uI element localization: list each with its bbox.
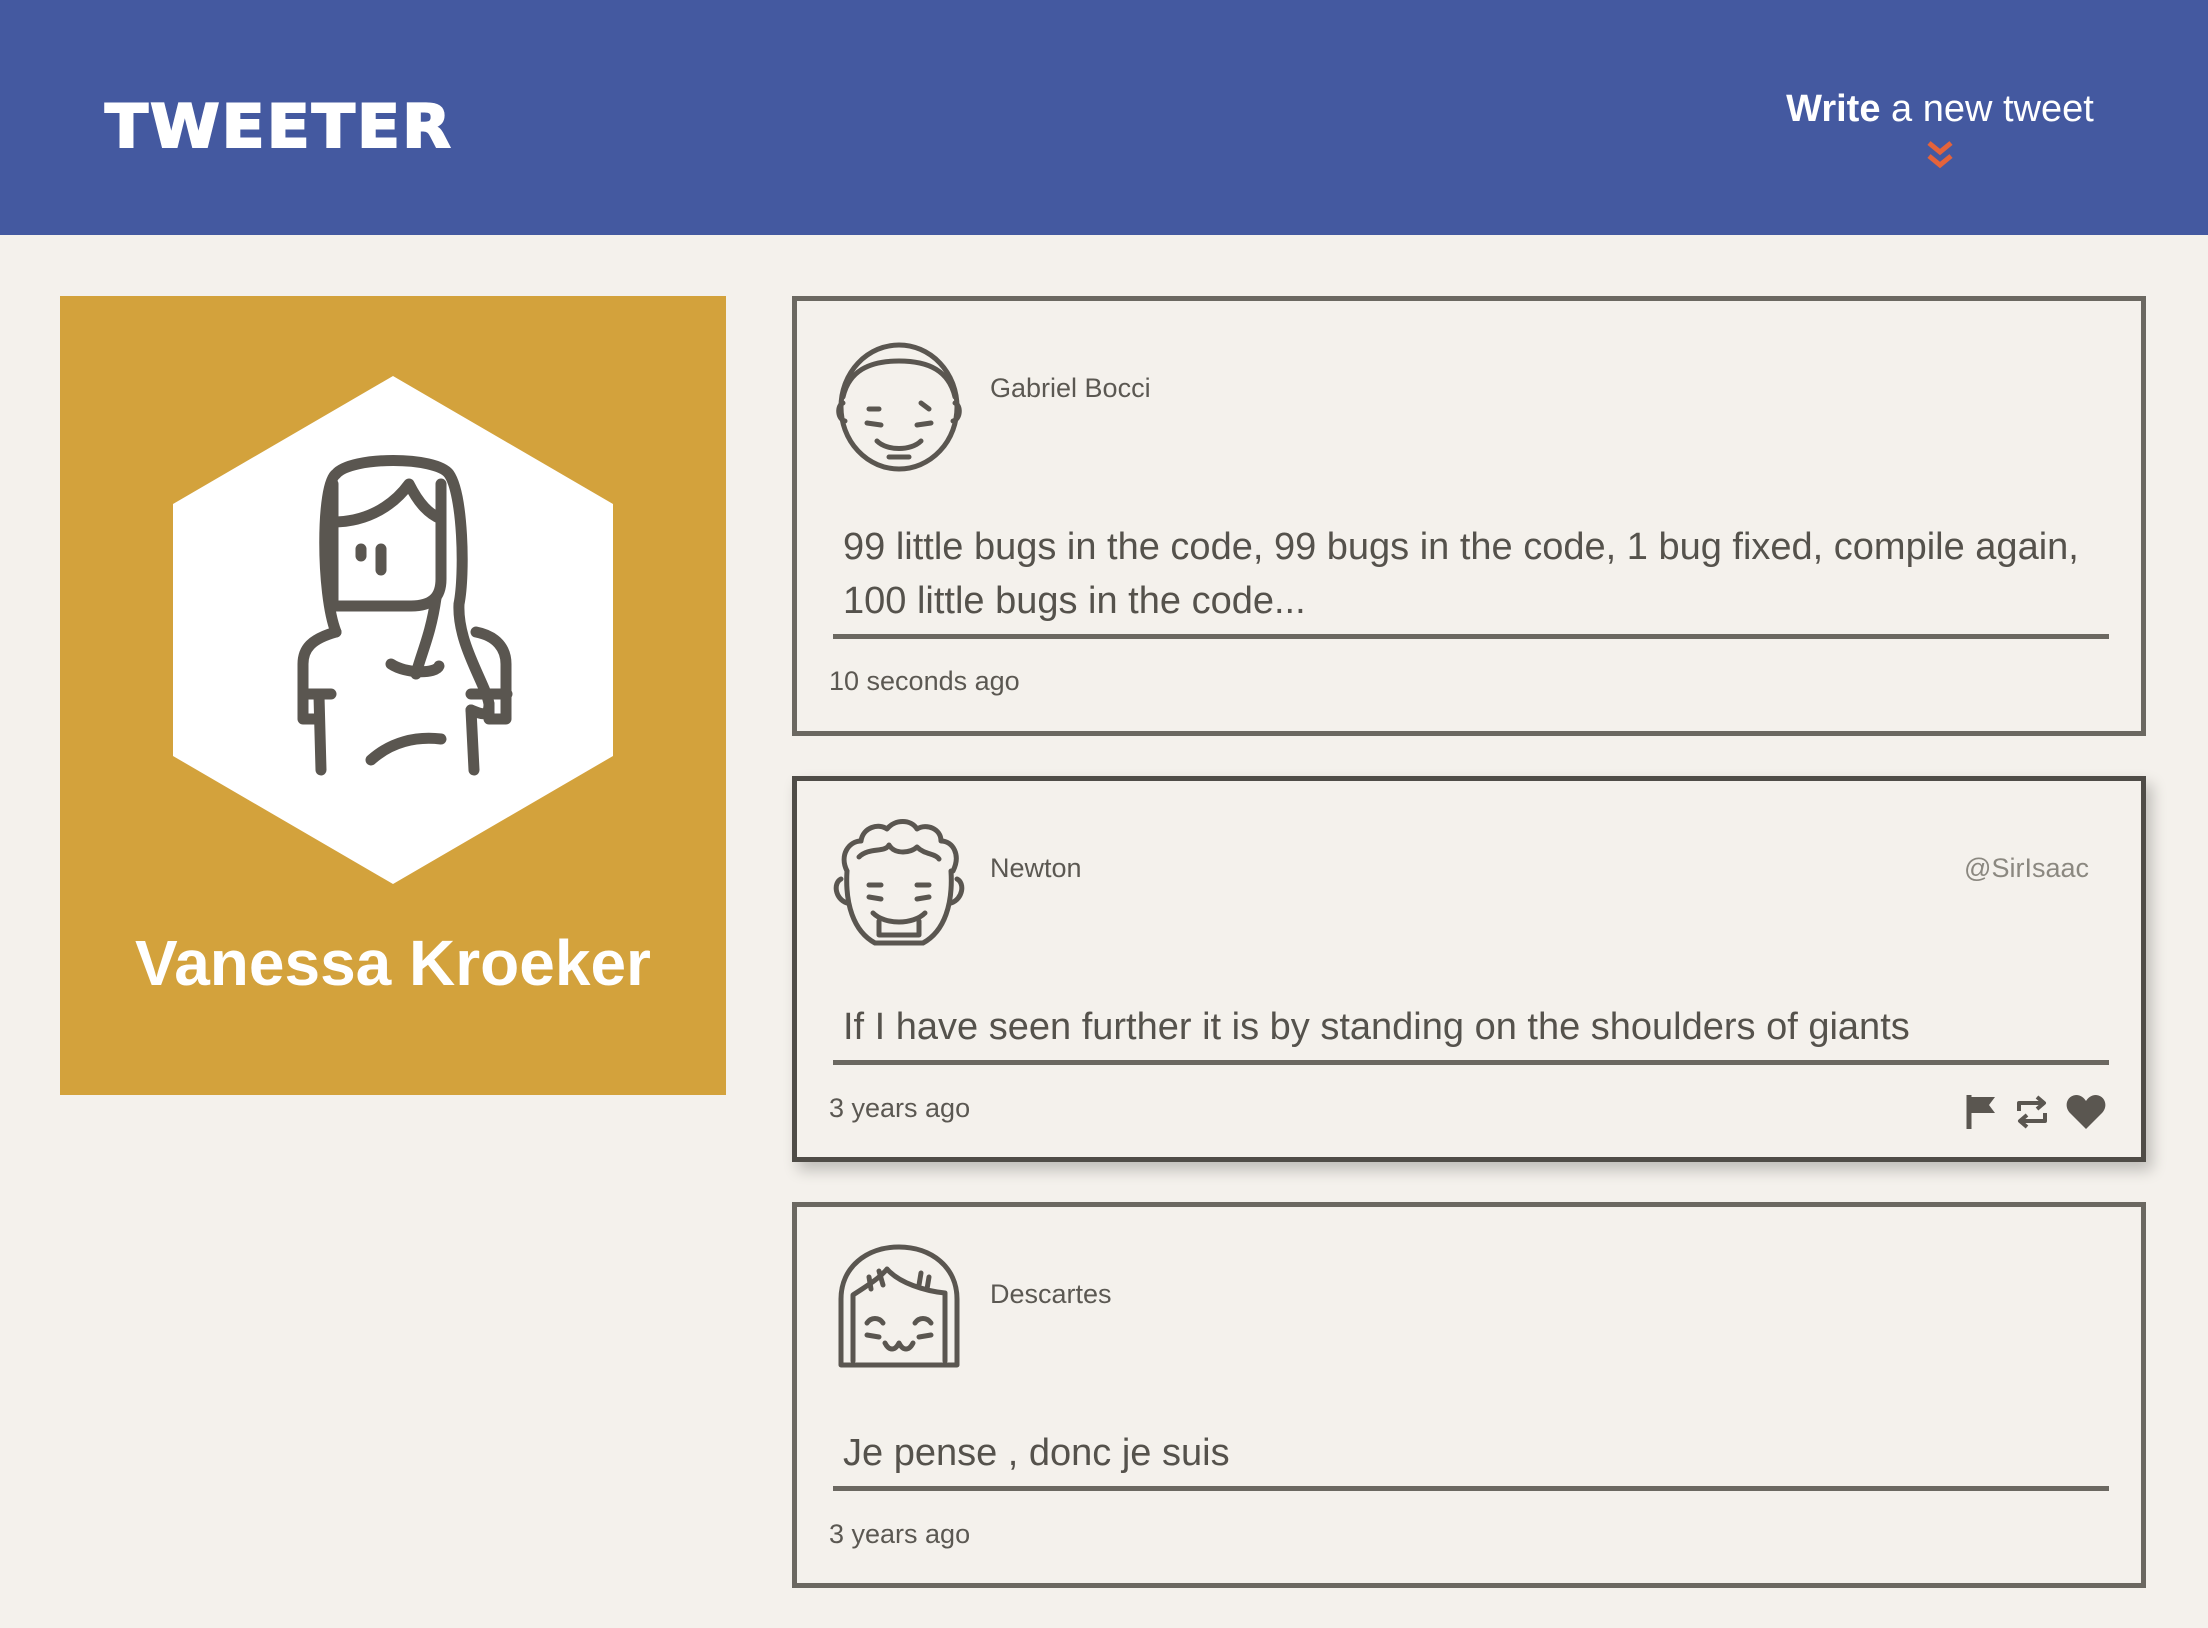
tweet-author-name: Gabriel Bocci xyxy=(990,373,1151,403)
profile-card: Vanessa Kroeker xyxy=(60,296,726,1095)
tweet-timestamp: 3 years ago xyxy=(829,1519,971,1549)
bob-hair-avatar-icon xyxy=(838,1244,960,1368)
brand-logo[interactable]: TWEETER xyxy=(104,91,453,163)
heart-icon[interactable] xyxy=(2065,1093,2107,1136)
tweet-content: 99 little bugs in the code, 99 bugs in t… xyxy=(833,520,2109,639)
compose-strong-label: Write xyxy=(1786,88,1881,130)
top-navbar: TWEETER Write a new tweet xyxy=(0,0,2208,235)
compose-tweet-toggle[interactable]: Write a new tweet xyxy=(1780,88,2100,173)
tweet-author-name: Newton xyxy=(990,853,1082,883)
tweet-actions xyxy=(1965,1093,2107,1136)
retweet-icon[interactable] xyxy=(2013,1093,2051,1136)
profile-name: Vanessa Kroeker xyxy=(135,927,651,999)
compose-label: a new tweet xyxy=(1880,88,2094,130)
smiling-man-avatar-icon xyxy=(836,342,962,472)
tweet-content: Je pense , donc je suis xyxy=(833,1426,2109,1491)
tweet-card[interactable]: Gabriel Bocci 99 little bugs in the code… xyxy=(792,296,2146,736)
tweet-timestamp: 10 seconds ago xyxy=(829,666,1020,696)
double-chevron-down-icon[interactable] xyxy=(1923,139,1957,173)
flag-icon[interactable] xyxy=(1965,1093,1999,1136)
tweet-author-name: Descartes xyxy=(990,1279,1112,1309)
tweet-author-handle[interactable]: @SirIsaac xyxy=(1964,853,2089,884)
tweet-timestamp: 3 years ago xyxy=(829,1093,971,1123)
curly-hair-man-avatar-icon xyxy=(833,819,965,946)
tweet-card[interactable]: Newton @SirIsaac If I have seen further … xyxy=(792,776,2146,1162)
tweet-card[interactable]: Descartes Je pense , donc je suis 3 year… xyxy=(792,1202,2146,1588)
tweet-content: If I have seen further it is by standing… xyxy=(833,1000,2109,1065)
woman-avatar-icon xyxy=(173,376,613,884)
